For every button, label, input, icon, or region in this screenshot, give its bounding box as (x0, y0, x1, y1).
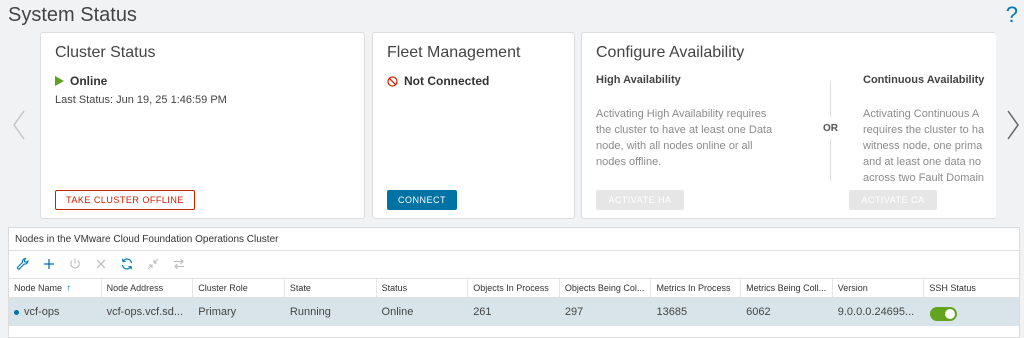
refresh-icon[interactable] (119, 256, 135, 272)
nodes-grid-header: Node Name ↑ Node Address Cluster Role St… (9, 278, 1019, 298)
cell-objects-being-collected: 297 (564, 306, 584, 318)
cluster-status-card: Cluster Status Online Last Status: Jun 1… (40, 32, 365, 219)
cell-metrics-being-collected: 6062 (746, 306, 771, 318)
or-divider-top (830, 81, 831, 117)
take-cluster-offline-button[interactable]: TAKE CLUSTER OFFLINE (55, 190, 195, 210)
cell-ssh-status (924, 298, 1019, 326)
nodes-panel-divider (9, 250, 1019, 251)
cluster-last-status: Last Status: Jun 19, 25 1:46:59 PM (55, 94, 227, 106)
column-header-version[interactable]: Version (833, 279, 925, 297)
carousel-next-icon[interactable] (1006, 110, 1020, 140)
sort-ascending-icon: ↑ (66, 282, 72, 294)
activate-ha-button[interactable]: ACTIVATE HA (596, 190, 684, 210)
cell-objects-in-process: 261 (473, 306, 492, 318)
nodes-toolbar (15, 255, 187, 273)
wrench-icon[interactable] (15, 256, 31, 272)
cell-node-address: vcf-ops.vcf.sd... (106, 306, 184, 318)
cluster-status-indicator: Online (55, 74, 107, 88)
fleet-management-card: Fleet Management Not Connected CONNECT (372, 32, 575, 219)
table-row[interactable]: vcf-ops vcf-ops.vcf.sd... Primary Runnin… (9, 298, 1019, 326)
ssh-status-toggle[interactable] (930, 307, 958, 321)
cell-version: 9.0.0.0.24695... (837, 306, 915, 318)
column-header-ssh-status[interactable]: SSH Status (924, 279, 1019, 297)
column-header-node-name[interactable]: Node Name ↑ (9, 279, 102, 297)
nodes-panel-title: Nodes in the VMware Cloud Foundation Ope… (15, 234, 279, 245)
swap-icon[interactable] (171, 256, 187, 272)
or-label: OR (823, 123, 838, 134)
cell-metrics-in-process: 13685 (656, 306, 688, 318)
nodes-panel: Nodes in the VMware Cloud Foundation Ope… (8, 227, 1020, 338)
remove-icon[interactable] (93, 256, 109, 272)
collapse-icon[interactable] (145, 256, 161, 272)
add-icon[interactable] (41, 256, 57, 272)
power-icon[interactable] (67, 256, 83, 272)
nodes-grid: Node Name ↑ Node Address Cluster Role St… (9, 278, 1019, 326)
fleet-status-indicator: Not Connected (387, 74, 489, 88)
fleet-management-title: Fleet Management (387, 44, 521, 61)
column-header-objects-being-collected[interactable]: Objects Being Col... (560, 279, 652, 297)
activate-ca-button[interactable]: ACTIVATE CA (849, 190, 937, 210)
high-availability-label: High Availability (596, 74, 681, 86)
cell-node-name: vcf-ops (9, 298, 102, 326)
online-play-icon (55, 76, 64, 86)
column-header-metrics-being-collected[interactable]: Metrics Being Coll... (741, 279, 833, 297)
high-availability-description: Activating High Availability requires th… (596, 108, 773, 168)
help-icon[interactable]: ? (1006, 2, 1018, 28)
configure-availability-title: Configure Availability (596, 44, 745, 61)
column-header-metrics-in-process[interactable]: Metrics In Process (651, 279, 742, 297)
page-title: System Status (8, 4, 137, 26)
cell-status: Online (381, 306, 414, 318)
not-connected-icon (387, 75, 398, 87)
cluster-status-value: Online (70, 74, 108, 88)
continuous-availability-label: Continuous Availability (863, 74, 985, 86)
column-header-status[interactable]: Status (377, 279, 469, 297)
or-divider-bottom (830, 139, 831, 181)
configure-availability-card: Configure Availability High Availability… (581, 32, 996, 219)
column-header-cluster-role[interactable]: Cluster Role (193, 279, 285, 297)
column-header-node-address[interactable]: Node Address (102, 279, 194, 297)
connect-button[interactable]: CONNECT (387, 190, 457, 210)
fleet-status-value: Not Connected (404, 74, 490, 88)
column-header-state[interactable]: State (285, 279, 377, 297)
carousel-prev-icon[interactable] (12, 110, 26, 140)
continuous-availability-description: Activating Continuous A requires the clu… (863, 108, 985, 184)
cell-state: Running (289, 306, 331, 318)
cell-cluster-role: Primary (198, 306, 237, 318)
toggle-knob (945, 309, 956, 319)
row-selected-dot (14, 309, 19, 315)
cluster-status-title: Cluster Status (55, 44, 156, 61)
column-header-objects-in-process[interactable]: Objects In Process (468, 279, 560, 297)
